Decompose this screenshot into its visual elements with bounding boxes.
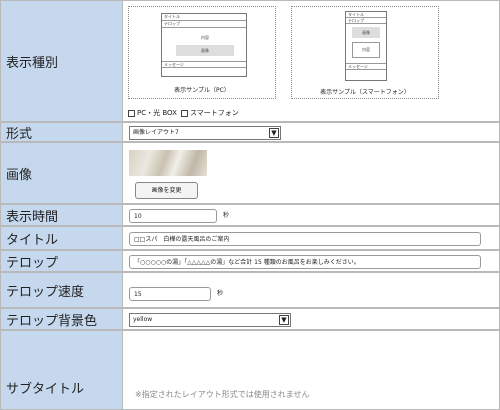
pc-box-checkbox-label: PC・光 BOX (137, 109, 177, 117)
telop-label: テロップ (0, 250, 122, 272)
pc-image-block: 画像 (176, 45, 234, 56)
telop-bg-row: テロップ背景色 yellow ▼ (0, 308, 500, 330)
sp-sample-screen: タイトル テロップ 画像 内容 メッセージ (345, 11, 387, 81)
pc-message-bar: メッセージ (162, 61, 246, 68)
title-label: タイトル (0, 226, 122, 250)
sp-message-bar: メッセージ (346, 63, 386, 70)
bath-thumbnail-image (129, 150, 207, 176)
format-select[interactable]: 画像レイアウト7 ▼ (129, 126, 281, 140)
title-input[interactable]: □□スパ 白樺の露天風呂のご案内 (129, 232, 481, 246)
telop-speed-input[interactable]: 15 (129, 287, 211, 301)
display-time-unit: 秒 (223, 212, 230, 219)
change-image-button[interactable]: 画像を変更 (135, 182, 198, 199)
pc-box-checkbox-box[interactable] (128, 109, 135, 117)
smartphone-checkbox-label: スマートフォン (190, 109, 239, 117)
subtitle-unused-note: ※指定されたレイアウト形式では使用されません (135, 390, 310, 399)
image-value: 画像を変更 (122, 142, 500, 204)
sp-image-block: 画像 (352, 27, 380, 38)
smartphone-checkbox[interactable]: スマートフォン (181, 108, 239, 118)
telop-bg-label: テロップ背景色 (0, 308, 122, 330)
format-row: 形式 画像レイアウト7 ▼ (0, 122, 500, 142)
title-value: □□スパ 白樺の露天風呂のご案内 (122, 226, 500, 250)
chevron-down-icon[interactable]: ▼ (279, 315, 289, 325)
display-type-row: 表示種別 タイトル テロップ 内容 画像 メッセージ 表示サンプル（PC） タイ… (0, 0, 500, 122)
pc-telop-bar: テロップ (162, 21, 246, 28)
telop-speed-label: テロップ速度 (0, 272, 122, 308)
telop-row: テロップ 「○○○○○の湯」「△△△△△の湯」など合計 15 種類のお風呂をお楽… (0, 250, 500, 272)
telop-speed-row: テロップ速度 15 秒 (0, 272, 500, 308)
telop-input[interactable]: 「○○○○○の湯」「△△△△△の湯」など合計 15 種類のお風呂をお楽しみくださ… (129, 255, 481, 269)
subtitle-row: サブタイトル ※指定されたレイアウト形式では使用されません (0, 330, 500, 410)
display-time-row: 表示時間 10 秒 (0, 204, 500, 226)
sp-sample: タイトル テロップ 画像 内容 メッセージ 表示サンプル（スマートフォン） (291, 6, 439, 99)
title-row: タイトル □□スパ 白樺の露天風呂のご案内 (0, 226, 500, 250)
pc-sample: タイトル テロップ 内容 画像 メッセージ 表示サンプル（PC） (128, 6, 276, 99)
display-time-value: 10 秒 (122, 204, 500, 226)
pc-content-block: 内容 (201, 34, 209, 40)
display-type-label: 表示種別 (0, 0, 122, 122)
display-time-input[interactable]: 10 (129, 209, 217, 223)
subtitle-label: サブタイトル (0, 330, 122, 410)
sp-sample-caption: 表示サンプル（スマートフォン） (320, 89, 410, 96)
image-label: 画像 (0, 142, 122, 204)
pc-sample-screen: タイトル テロップ 内容 画像 メッセージ (161, 13, 247, 77)
telop-bg-select-value: yellow (133, 316, 153, 323)
pc-box-checkbox[interactable]: PC・光 BOX (128, 108, 177, 118)
telop-speed-value: 15 秒 (122, 272, 500, 308)
format-label: 形式 (0, 122, 122, 142)
telop-bg-value: yellow ▼ (122, 308, 500, 330)
sp-telop-bar: テロップ (346, 18, 386, 24)
telop-speed-unit: 秒 (217, 290, 224, 297)
telop-value: 「○○○○○の湯」「△△△△△の湯」など合計 15 種類のお風呂をお楽しみくださ… (122, 250, 500, 272)
format-value: 画像レイアウト7 ▼ (122, 122, 500, 142)
display-time-label: 表示時間 (0, 204, 122, 226)
smartphone-checkbox-box[interactable] (181, 109, 188, 117)
format-select-value: 画像レイアウト7 (133, 129, 179, 136)
settings-form: 表示種別 タイトル テロップ 内容 画像 メッセージ 表示サンプル（PC） タイ… (0, 0, 500, 410)
sp-content-block: 内容 (352, 42, 380, 58)
telop-bg-select[interactable]: yellow ▼ (129, 313, 291, 327)
chevron-down-icon[interactable]: ▼ (269, 128, 279, 138)
pc-sample-caption: 表示サンプル（PC） (174, 87, 230, 94)
subtitle-value: ※指定されたレイアウト形式では使用されません (122, 330, 500, 410)
display-type-value: タイトル テロップ 内容 画像 メッセージ 表示サンプル（PC） タイトル テロ… (122, 0, 500, 122)
image-row: 画像 画像を変更 (0, 142, 500, 204)
pc-title-bar: タイトル (162, 14, 246, 21)
